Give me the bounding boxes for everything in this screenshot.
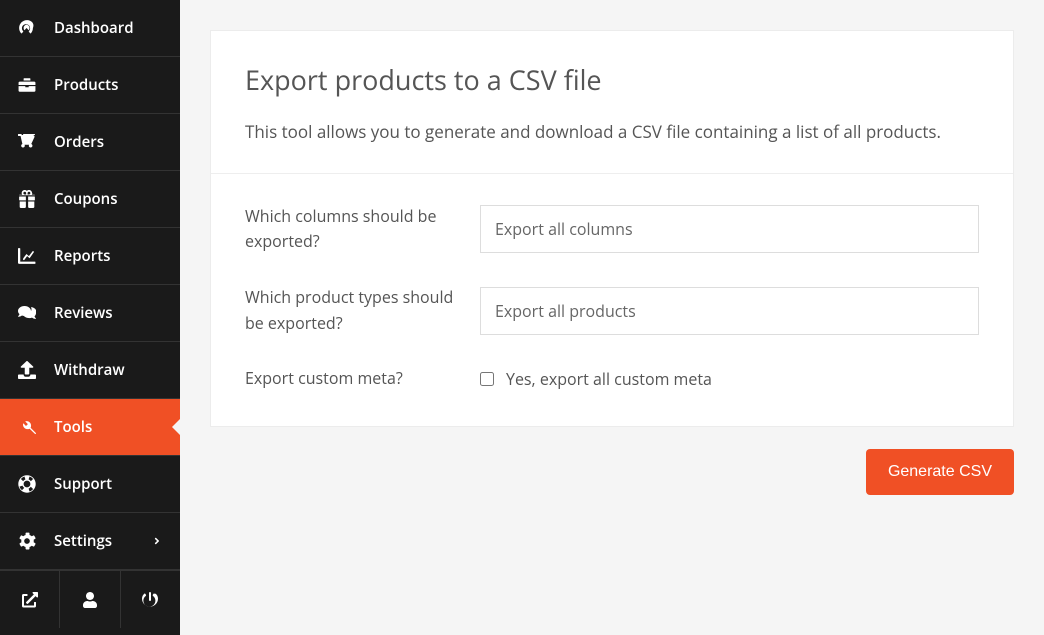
sidebar-item-tools[interactable]: Tools: [0, 399, 180, 456]
gear-icon: [18, 532, 36, 550]
columns-value: Export all columns: [495, 218, 633, 240]
power-icon: [142, 592, 158, 608]
sidebar-item-label: Tools: [54, 417, 92, 437]
sidebar-item-reports[interactable]: Reports: [0, 228, 180, 285]
types-value: Export all products: [495, 300, 636, 322]
wrench-icon: [18, 418, 36, 436]
export-panel: Export products to a CSV file This tool …: [210, 30, 1014, 427]
generate-csv-button[interactable]: Generate CSV: [866, 449, 1014, 495]
sidebar-item-label: Support: [54, 474, 112, 494]
power-button[interactable]: [121, 571, 180, 628]
life-ring-icon: [18, 475, 36, 493]
meta-checkbox[interactable]: [480, 372, 494, 386]
types-row: Which product types should be exported? …: [245, 285, 979, 336]
sidebar-item-coupons[interactable]: Coupons: [0, 171, 180, 228]
gift-icon: [18, 190, 36, 208]
dashboard-icon: [18, 19, 36, 37]
types-select[interactable]: Export all products: [480, 287, 979, 335]
sidebar-item-label: Reports: [54, 246, 110, 266]
sidebar-item-label: Products: [54, 75, 118, 95]
sidebar-item-label: Dashboard: [54, 18, 134, 38]
columns-row: Which columns should be exported? Export…: [245, 204, 979, 255]
main-content: Export products to a CSV file This tool …: [180, 0, 1044, 635]
actions: Generate CSV: [210, 449, 1014, 495]
sidebar-bottom: [0, 570, 180, 627]
user-icon: [82, 592, 98, 608]
cart-icon: [18, 133, 36, 151]
external-link-button[interactable]: [0, 571, 60, 628]
sidebar-item-reviews[interactable]: Reviews: [0, 285, 180, 342]
columns-label: Which columns should be exported?: [245, 204, 460, 255]
meta-row: Export custom meta? Yes, export all cust…: [245, 366, 979, 392]
sidebar-item-support[interactable]: Support: [0, 456, 180, 513]
sidebar: Dashboard Products Orders Coupons Report…: [0, 0, 180, 635]
page-description: This tool allows you to generate and dow…: [245, 118, 979, 147]
chevron-right-icon: [152, 531, 162, 551]
meta-label: Export custom meta?: [245, 366, 460, 392]
sidebar-item-label: Settings: [54, 531, 112, 551]
types-label: Which product types should be exported?: [245, 285, 460, 336]
sidebar-item-products[interactable]: Products: [0, 57, 180, 114]
sidebar-item-label: Withdraw: [54, 360, 125, 380]
meta-check-wrapper[interactable]: Yes, export all custom meta: [480, 368, 979, 390]
sidebar-item-withdraw[interactable]: Withdraw: [0, 342, 180, 399]
briefcase-icon: [18, 76, 36, 94]
sidebar-item-label: Reviews: [54, 303, 113, 323]
meta-check-label: Yes, export all custom meta: [506, 368, 712, 390]
page-title: Export products to a CSV file: [245, 61, 979, 98]
columns-select[interactable]: Export all columns: [480, 205, 979, 253]
panel-header: Export products to a CSV file This tool …: [211, 31, 1013, 174]
chart-icon: [18, 247, 36, 265]
upload-icon: [18, 361, 36, 379]
sidebar-item-label: Coupons: [54, 189, 118, 209]
sidebar-item-dashboard[interactable]: Dashboard: [0, 0, 180, 57]
panel-body: Which columns should be exported? Export…: [211, 174, 1013, 426]
external-link-icon: [22, 592, 38, 608]
user-button[interactable]: [60, 571, 120, 628]
sidebar-item-settings[interactable]: Settings: [0, 513, 180, 570]
comments-icon: [18, 304, 36, 322]
sidebar-item-label: Orders: [54, 132, 104, 152]
sidebar-item-orders[interactable]: Orders: [0, 114, 180, 171]
